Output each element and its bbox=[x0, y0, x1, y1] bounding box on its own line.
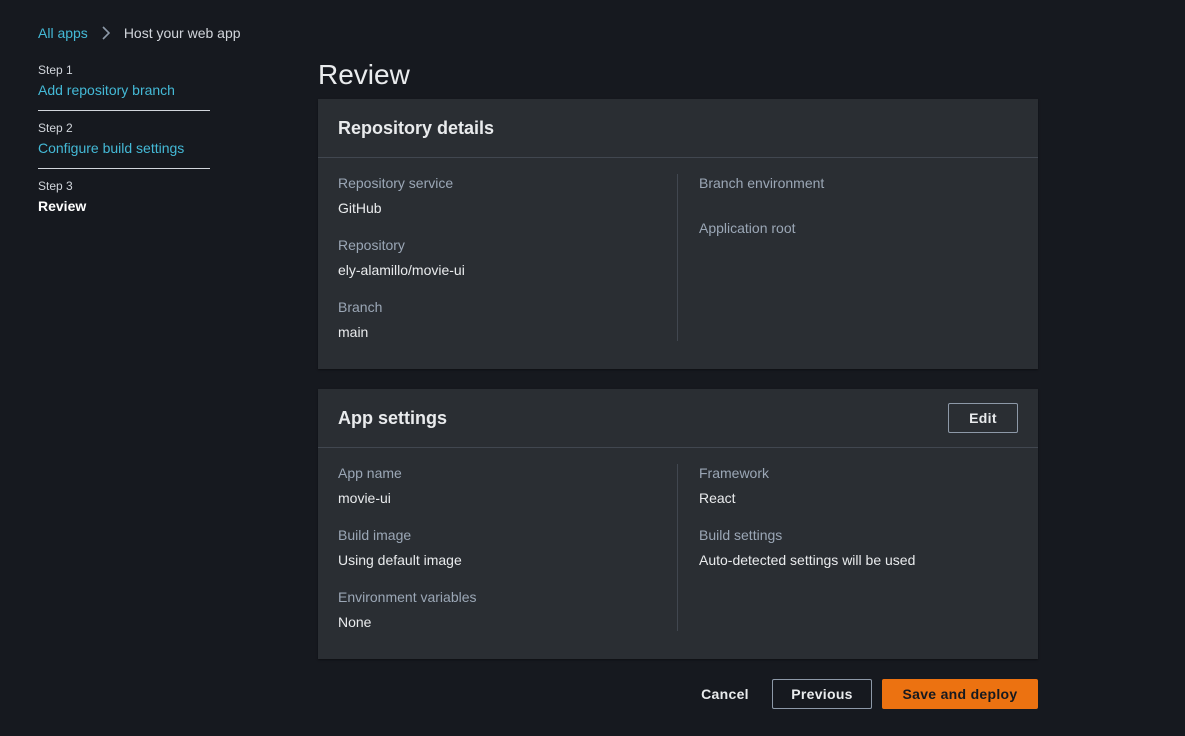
field-app-name: App name movie-ui bbox=[338, 464, 677, 507]
page: All apps Host your web app Step 1 Add re… bbox=[0, 0, 1185, 736]
breadcrumb-current: Host your web app bbox=[123, 25, 241, 41]
field-label: Branch environment bbox=[699, 175, 825, 191]
save-and-deploy-button[interactable]: Save and deploy bbox=[882, 679, 1038, 709]
field-value: GitHub bbox=[338, 200, 382, 216]
field-branch: Branch main bbox=[338, 298, 677, 341]
right-column: Branch environment Application root bbox=[678, 174, 1018, 341]
card-body: Repository service GitHub Repository ely… bbox=[318, 158, 1038, 361]
field-label: Framework bbox=[699, 465, 770, 481]
right-column: Framework React Build settings Auto-dete… bbox=[678, 464, 1018, 631]
field-label: App name bbox=[338, 465, 402, 481]
field-environment-variables: Environment variables None bbox=[338, 588, 677, 631]
card-header: App settings Edit bbox=[318, 389, 1038, 448]
field-build-image: Build image Using default image bbox=[338, 526, 677, 569]
field-value: main bbox=[338, 324, 369, 340]
step-3: Step 3 Review bbox=[38, 169, 210, 226]
page-title: Review bbox=[318, 59, 410, 90]
field-repository: Repository ely-alamillo/movie-ui bbox=[338, 236, 677, 279]
field-branch-environment: Branch environment bbox=[699, 174, 1018, 192]
field-application-root: Application root bbox=[699, 219, 1018, 237]
field-label: Application root bbox=[699, 220, 796, 236]
card-title: App settings bbox=[338, 407, 448, 428]
step-link-add-repository-branch[interactable]: Add repository branch bbox=[38, 80, 210, 100]
step-number: Step 2 bbox=[38, 121, 73, 135]
card-header: Repository details bbox=[318, 99, 1038, 158]
wizard-footer: Cancel Previous Save and deploy bbox=[680, 679, 1038, 709]
field-value: movie-ui bbox=[338, 490, 391, 506]
step-number: Step 3 bbox=[38, 179, 73, 193]
field-label: Branch bbox=[338, 299, 383, 315]
wizard-steps: Step 1 Add repository branch Step 2 Conf… bbox=[38, 62, 210, 226]
edit-button[interactable]: Edit bbox=[948, 403, 1018, 433]
field-value: Using default image bbox=[338, 552, 462, 568]
field-label: Repository bbox=[338, 237, 405, 253]
card-title: Repository details bbox=[338, 117, 495, 138]
breadcrumb-all-apps-link[interactable]: All apps bbox=[38, 25, 88, 41]
field-value: None bbox=[338, 614, 372, 630]
breadcrumb: All apps Host your web app bbox=[38, 25, 241, 41]
step-current-review: Review bbox=[38, 198, 87, 214]
left-column: App name movie-ui Build image Using defa… bbox=[338, 464, 678, 631]
field-label: Build settings bbox=[699, 527, 783, 543]
field-label: Build image bbox=[338, 527, 412, 543]
step-1: Step 1 Add repository branch bbox=[38, 62, 210, 111]
field-framework: Framework React bbox=[699, 464, 1018, 507]
card-body: App name movie-ui Build image Using defa… bbox=[318, 448, 1038, 651]
step-link-configure-build-settings[interactable]: Configure build settings bbox=[38, 138, 210, 158]
app-settings-card: App settings Edit App name movie-ui Buil… bbox=[318, 389, 1038, 659]
field-build-settings: Build settings Auto-detected settings wi… bbox=[699, 526, 1018, 569]
field-label: Repository service bbox=[338, 175, 454, 191]
cancel-button[interactable]: Cancel bbox=[680, 679, 770, 709]
field-label: Environment variables bbox=[338, 589, 477, 605]
field-value: Auto-detected settings will be used bbox=[699, 552, 916, 568]
field-value: React bbox=[699, 490, 736, 506]
field-repository-service: Repository service GitHub bbox=[338, 174, 677, 217]
step-2: Step 2 Configure build settings bbox=[38, 111, 210, 169]
field-value: ely-alamillo/movie-ui bbox=[338, 262, 465, 278]
step-number: Step 1 bbox=[38, 63, 73, 77]
repository-details-card: Repository details Repository service Gi… bbox=[318, 99, 1038, 369]
previous-button[interactable]: Previous bbox=[772, 679, 872, 709]
chevron-right-icon bbox=[102, 26, 110, 40]
left-column: Repository service GitHub Repository ely… bbox=[338, 174, 678, 341]
